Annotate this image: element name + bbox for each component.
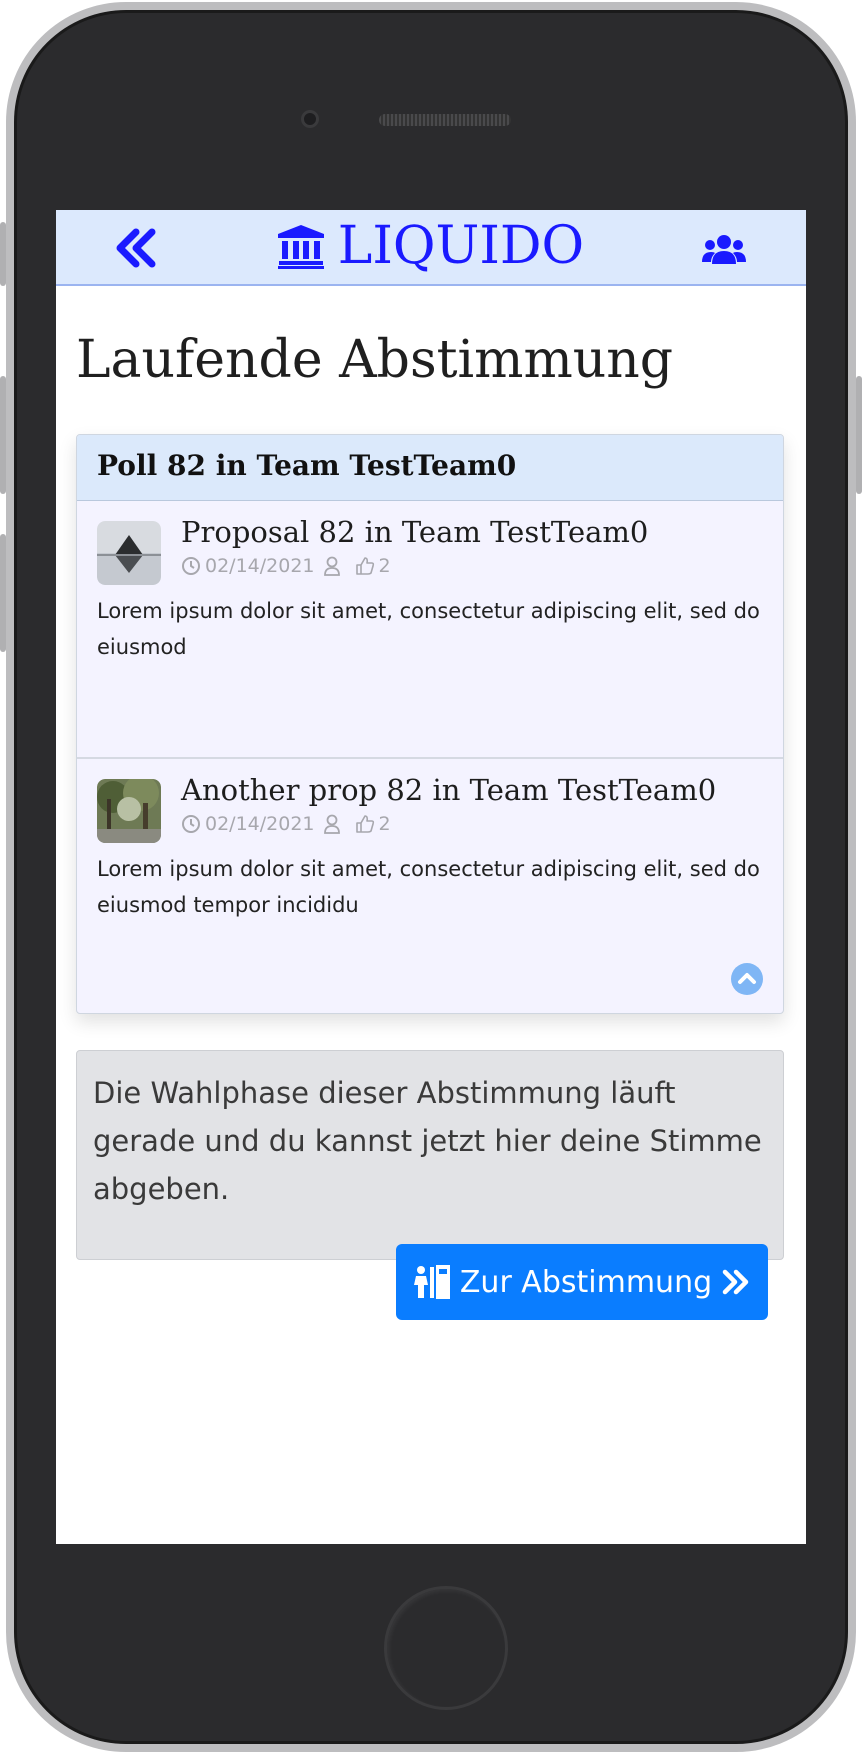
user-icon bbox=[323, 556, 340, 576]
collapse-chevron-up-icon[interactable] bbox=[731, 963, 763, 995]
poll-title[interactable]: Poll 82 in Team TestTeam0 bbox=[77, 435, 783, 501]
proposal-meta: 02/14/2021 2 bbox=[181, 813, 391, 835]
team-button[interactable] bbox=[702, 234, 746, 266]
speaker-grille bbox=[379, 114, 511, 126]
proposal-avatar-forest bbox=[97, 779, 161, 843]
mute-switch bbox=[0, 222, 6, 286]
home-button[interactable] bbox=[384, 1586, 508, 1710]
volume-up-button bbox=[0, 376, 6, 494]
thumbs-up-icon bbox=[355, 557, 374, 575]
clock-icon bbox=[182, 557, 200, 575]
double-chevron-right-icon bbox=[722, 1269, 749, 1295]
proposal-item[interactable]: Another prop 82 in Team TestTeam0 02/14/… bbox=[77, 757, 783, 1013]
proposal-date: 02/14/2021 bbox=[205, 813, 315, 835]
proposal-meta: 02/14/2021 2 bbox=[181, 555, 391, 577]
proposal-title[interactable]: Proposal 82 in Team TestTeam0 bbox=[181, 515, 648, 549]
thumbs-up-icon bbox=[355, 815, 374, 833]
go-to-vote-label: Zur Abstimmung bbox=[459, 1264, 713, 1300]
brand-name: LIQUIDO bbox=[337, 216, 585, 276]
proposal-likes: 2 bbox=[378, 813, 391, 835]
proposal-likes: 2 bbox=[378, 555, 391, 577]
page-title: Laufende Abstimmung bbox=[76, 330, 674, 390]
brand-logo[interactable]: LIQUIDO bbox=[56, 214, 806, 278]
user-icon bbox=[323, 814, 340, 834]
clock-icon bbox=[182, 815, 200, 833]
app-screen: LIQUIDO Laufende Abstimmung Poll 82 in T… bbox=[56, 210, 806, 1544]
go-to-vote-button[interactable]: Zur Abstimmung bbox=[396, 1244, 768, 1320]
camera bbox=[301, 110, 319, 128]
users-icon bbox=[702, 235, 746, 264]
proposal-avatar-lake bbox=[97, 521, 161, 585]
proposal-description: Lorem ipsum dolor sit amet, consectetur … bbox=[97, 599, 760, 659]
power-button bbox=[856, 376, 862, 494]
poll-card[interactable]: Poll 82 in Team TestTeam0 Proposal 82 in… bbox=[76, 434, 784, 1014]
person-ballot-icon bbox=[413, 1265, 450, 1299]
proposal-item[interactable]: Proposal 82 in Team TestTeam0 02/14/2021… bbox=[77, 501, 783, 757]
volume-down-button bbox=[0, 534, 6, 652]
proposal-description: Lorem ipsum dolor sit amet, consectetur … bbox=[97, 857, 760, 917]
proposal-date: 02/14/2021 bbox=[205, 555, 315, 577]
voting-phase-info: Die Wahlphase dieser Abstimmung läuft ge… bbox=[76, 1050, 784, 1260]
bank-building-icon bbox=[277, 225, 324, 269]
navbar: LIQUIDO bbox=[56, 210, 806, 286]
proposal-title[interactable]: Another prop 82 in Team TestTeam0 bbox=[181, 773, 716, 807]
